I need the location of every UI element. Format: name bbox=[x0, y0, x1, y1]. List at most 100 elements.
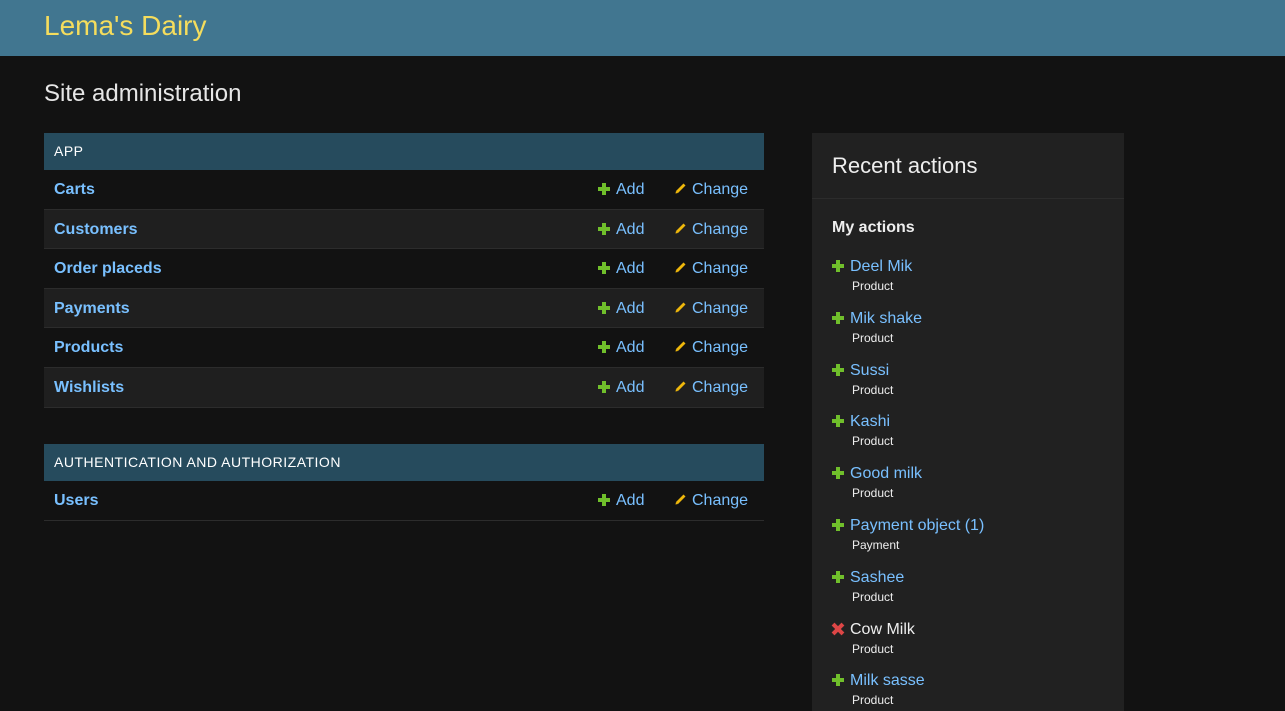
action-link[interactable]: Mik shake bbox=[832, 309, 1122, 329]
change-products-link[interactable]: Change bbox=[674, 328, 748, 367]
action-label: Mik shake bbox=[850, 310, 923, 327]
model-link-order-placeds[interactable]: Order placeds bbox=[54, 249, 162, 288]
change-wishlists-link[interactable]: Change bbox=[674, 368, 748, 407]
site-branding[interactable]: Lema's Dairy bbox=[44, 10, 207, 42]
add-label: Add bbox=[616, 260, 645, 278]
add-payments-link[interactable]: Add bbox=[598, 289, 644, 328]
action-type: Product bbox=[852, 279, 894, 293]
action-link[interactable]: Good milk bbox=[832, 464, 1122, 484]
change-label: Change bbox=[692, 492, 749, 509]
add-label: Add bbox=[616, 378, 645, 396]
add-customers-link[interactable]: Add bbox=[598, 210, 644, 249]
change-order-placeds-link[interactable]: Change bbox=[674, 249, 748, 288]
plus-icon bbox=[832, 415, 844, 427]
action-label: Sashee bbox=[850, 569, 905, 586]
module-app: APP Carts Add Change Customers Add Chang… bbox=[44, 133, 764, 408]
plus-icon bbox=[598, 380, 610, 393]
plus-icon bbox=[832, 312, 844, 324]
action-item: Sussi Product bbox=[832, 361, 1122, 397]
add-label: Add bbox=[616, 339, 645, 357]
pencil-icon bbox=[675, 381, 686, 392]
plus-icon bbox=[832, 519, 844, 531]
module-caption[interactable]: APP bbox=[44, 133, 764, 170]
model-link-carts[interactable]: Carts bbox=[54, 170, 95, 209]
pencil-icon bbox=[675, 262, 686, 273]
divider bbox=[812, 198, 1124, 199]
action-link[interactable]: Payment object (1) bbox=[832, 516, 1122, 536]
model-link-payments[interactable]: Payments bbox=[54, 289, 130, 328]
my-actions-title: My actions bbox=[832, 219, 915, 236]
plus-icon bbox=[598, 183, 610, 195]
action-type: Product bbox=[852, 331, 894, 345]
plus-icon bbox=[598, 301, 610, 314]
pencil-icon bbox=[675, 223, 686, 234]
action-label: Deel Mik bbox=[850, 258, 913, 275]
plus-icon bbox=[832, 467, 844, 479]
recent-actions-panel: Recent actions My actions Deel Mik Produ… bbox=[812, 133, 1124, 711]
action-label: Payment object (1) bbox=[850, 517, 985, 534]
action-item: Payment object (1) Payment bbox=[832, 516, 1122, 552]
change-label: Change bbox=[692, 181, 749, 198]
site-header: Lema's Dairy bbox=[0, 0, 1285, 56]
model-link-customers[interactable]: Customers bbox=[54, 210, 138, 249]
action-type: Product bbox=[852, 383, 894, 397]
module-caption[interactable]: AUTHENTICATION AND AUTHORIZATION bbox=[44, 444, 764, 481]
action-type: Product bbox=[852, 642, 894, 656]
pencil-icon bbox=[675, 183, 686, 194]
action-link[interactable]: Kashi bbox=[832, 412, 1122, 432]
change-users-link[interactable]: Change bbox=[674, 481, 748, 520]
add-carts-link[interactable]: Add bbox=[598, 170, 644, 209]
add-label: Add bbox=[616, 181, 645, 198]
change-label: Change bbox=[692, 378, 749, 396]
change-customers-link[interactable]: Change bbox=[674, 210, 748, 249]
add-users-link[interactable]: Add bbox=[598, 481, 644, 520]
plus-icon bbox=[832, 674, 844, 686]
recent-actions-title: Recent actions bbox=[832, 153, 978, 178]
action-label: Milk sasse bbox=[850, 672, 925, 689]
model-row-users: Users Add Change bbox=[44, 481, 764, 521]
add-label: Add bbox=[616, 299, 645, 317]
pencil-icon bbox=[675, 341, 686, 352]
action-label: Kashi bbox=[850, 413, 891, 430]
model-link-products[interactable]: Products bbox=[54, 328, 123, 367]
pencil-icon bbox=[675, 494, 686, 505]
add-label: Add bbox=[616, 220, 645, 238]
add-products-link[interactable]: Add bbox=[598, 328, 644, 367]
action-item: Mik shake Product bbox=[832, 309, 1122, 345]
action-link[interactable]: Sashee bbox=[832, 568, 1122, 588]
plus-icon bbox=[832, 571, 844, 583]
module-auth: AUTHENTICATION AND AUTHORIZATION Users A… bbox=[44, 444, 764, 521]
change-label: Change bbox=[692, 299, 749, 317]
action-item: Sashee Product bbox=[832, 568, 1122, 604]
change-carts-link[interactable]: Change bbox=[674, 170, 748, 209]
action-type: Payment bbox=[852, 538, 900, 552]
action-label: Cow Milk bbox=[850, 621, 915, 638]
action-label: Sussi bbox=[850, 362, 890, 379]
action-item: Deel Mik Product bbox=[832, 257, 1122, 293]
pencil-icon bbox=[675, 302, 686, 313]
x-icon bbox=[832, 623, 844, 635]
action-type: Product bbox=[852, 693, 894, 707]
plus-icon bbox=[598, 262, 610, 275]
action-link[interactable]: Sussi bbox=[832, 361, 1122, 381]
change-payments-link[interactable]: Change bbox=[674, 289, 748, 328]
model-row-payments: Payments Add Change bbox=[44, 288, 764, 329]
action-link[interactable]: Deel Mik bbox=[832, 257, 1122, 277]
change-label: Change bbox=[692, 339, 749, 357]
page-title: Site administration bbox=[44, 80, 242, 107]
model-row-wishlists: Wishlists Add Change bbox=[44, 367, 764, 408]
action-item: Cow Milk Product bbox=[832, 620, 1122, 656]
action-link[interactable]: Milk sasse bbox=[832, 671, 1122, 691]
change-label: Change bbox=[692, 260, 749, 278]
model-row-customers: Customers Add Change bbox=[44, 209, 764, 250]
action-item: Good milk Product bbox=[832, 464, 1122, 500]
model-link-users[interactable]: Users bbox=[54, 481, 98, 520]
model-link-wishlists[interactable]: Wishlists bbox=[54, 368, 124, 407]
action-link-deleted: Cow Milk bbox=[832, 620, 1122, 640]
add-order-placeds-link[interactable]: Add bbox=[598, 249, 644, 288]
plus-icon bbox=[598, 341, 610, 354]
add-label: Add bbox=[616, 492, 645, 509]
plus-icon bbox=[832, 364, 844, 376]
action-item: Kashi Product bbox=[832, 412, 1122, 448]
add-wishlists-link[interactable]: Add bbox=[598, 368, 644, 407]
